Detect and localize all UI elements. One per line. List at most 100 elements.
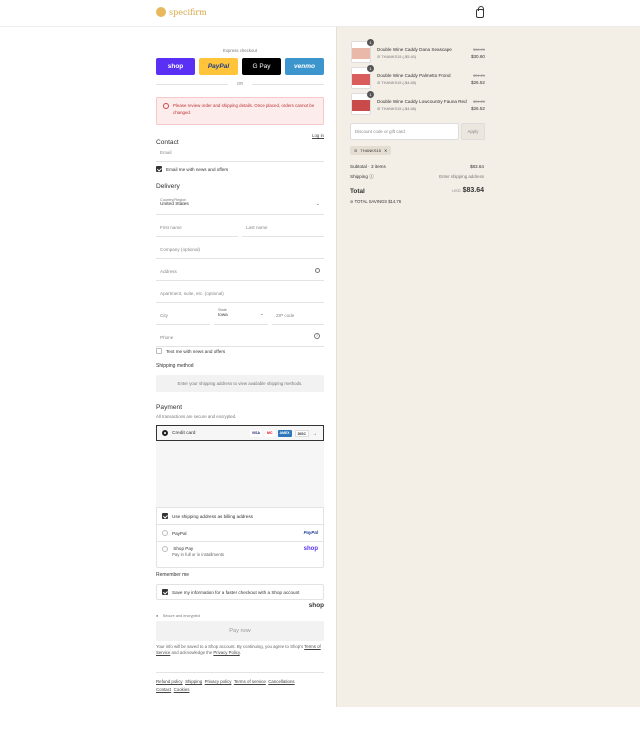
country-select[interactable]: Country/Region United States ⌄ <box>156 195 324 215</box>
savings-label: TOTAL SAVINGS <box>354 199 388 204</box>
apartment-field[interactable]: Apartment, suite, etc. (optional) <box>156 283 324 303</box>
footer-links: Refund policy Shipping Privacy policy Te… <box>156 678 324 694</box>
mastercard-icon: MC <box>265 430 275 437</box>
header: specifirm <box>0 0 640 27</box>
shop-pay-sub: Pay in full or in installments <box>172 552 225 557</box>
item-old-price: $31.20 <box>473 99 485 104</box>
city-field[interactable]: City <box>156 305 210 325</box>
discover-icon: DISC <box>294 430 309 437</box>
card-brands: VISA MC AMEX DISC → <box>249 430 317 437</box>
total-value: $83.64 <box>462 187 484 194</box>
radio-unselected[interactable] <box>162 530 168 536</box>
card-fields-area[interactable] <box>156 440 324 508</box>
contact-link[interactable]: Contact <box>156 687 171 692</box>
savings-value: $14.76 <box>388 199 402 204</box>
discount-tag: ⊘ THANKS15 ✕ <box>350 146 392 155</box>
logo-text: specifirm <box>169 7 207 17</box>
item-discount: ⊘ THANKS15 (-$4.68) <box>377 106 416 111</box>
zip-field[interactable]: ZIP code <box>272 305 324 325</box>
amex-icon: AMEX <box>277 430 292 437</box>
item-price: $26.52 <box>470 106 485 111</box>
chevron-down-icon: ⌄ <box>259 311 264 317</box>
address-field[interactable]: Address <box>156 261 324 281</box>
radio-selected[interactable] <box>162 430 168 436</box>
secure-text: Secure and encrypted <box>162 614 200 618</box>
google-pay-button[interactable]: G Pay <box>242 58 281 75</box>
checkbox-checked[interactable] <box>162 589 168 595</box>
paypal-logo: PayPal <box>303 530 318 535</box>
billing-option[interactable]: Use shipping address as billing address <box>157 508 323 525</box>
remove-code-icon[interactable]: ✕ <box>384 146 387 155</box>
checkbox-unchecked[interactable] <box>156 348 162 354</box>
item-discount-text: THANKS15 (-$4.68) <box>381 80 417 85</box>
shop-pay-button[interactable]: shop <box>156 58 195 75</box>
shipping-label: Shipping <box>350 174 368 179</box>
shop-pay-option[interactable]: Shop Pay Pay in full or in installments … <box>157 542 323 561</box>
total-label: Total <box>350 188 365 195</box>
discount-input[interactable]: Discount code or gift card <box>350 123 459 140</box>
paypal-button[interactable]: PayPal <box>199 58 238 75</box>
shop-pay-logo: shop <box>303 546 318 552</box>
help-icon[interactable]: ? <box>314 333 320 339</box>
shop-pay-label: Shop Pay <box>173 546 194 552</box>
save-info-option[interactable]: Save my information for a faster checkou… <box>156 584 324 600</box>
company-field[interactable]: Company (optional) <box>156 239 324 259</box>
sms-news-option[interactable]: Text me with news and offers <box>156 348 225 354</box>
last-name-field[interactable]: Last name <box>242 217 324 237</box>
currency: USD <box>452 188 461 193</box>
logo-mark-icon <box>156 7 166 17</box>
quantity-badge: 1 <box>367 65 374 72</box>
item-discount: ⊘ THANKS15 (-$4.68) <box>377 80 416 85</box>
express-checkout-title: Express checkout <box>223 48 257 53</box>
apply-button[interactable]: Apply <box>461 123 485 140</box>
quantity-badge: 1 <box>367 39 374 46</box>
state-value: Iowa <box>218 312 228 317</box>
visa-icon: VISA <box>249 430 263 437</box>
first-name-field[interactable]: First name <box>156 217 238 237</box>
shipping-link[interactable]: Shipping <box>185 679 202 684</box>
state-select[interactable]: State Iowa ⌄ <box>214 305 268 325</box>
bag-icon[interactable] <box>476 6 484 18</box>
or-divider: OR <box>156 81 324 86</box>
item-name: Double Wine Caddy Lowcountry Fauna Red <box>377 99 467 104</box>
email-field[interactable]: Email <box>156 142 324 162</box>
alert-icon <box>163 103 169 109</box>
item-price: $30.60 <box>470 54 485 59</box>
privacy-policy-link[interactable]: Privacy policy <box>205 679 232 684</box>
phone-placeholder: Phone <box>160 335 174 340</box>
chevron-down-icon: ⌄ <box>315 201 320 207</box>
login-link[interactable]: Log in <box>312 133 324 138</box>
radio-unselected[interactable] <box>162 546 168 552</box>
privacy-link[interactable]: Privacy Policy <box>213 650 239 655</box>
help-icon[interactable]: ⓘ <box>369 174 374 179</box>
refund-policy-link[interactable]: Refund policy <box>156 679 183 684</box>
checkbox-checked[interactable] <box>162 513 168 519</box>
savings-row: ⊘ TOTAL SAVINGS $14.76 <box>350 199 401 204</box>
store-logo[interactable]: specifirm <box>156 7 207 17</box>
venmo-button[interactable]: venmo <box>285 58 324 75</box>
total-row: USD $83.64 <box>452 187 484 194</box>
email-news-option[interactable]: Email me with news and offers <box>156 166 228 172</box>
country-value: United States <box>160 202 189 207</box>
phone-field[interactable]: Phone ? <box>156 327 324 347</box>
legal-mid: and acknowledge the <box>171 650 213 656</box>
terms-link[interactable]: Terms of service <box>234 679 266 684</box>
checkbox-checked[interactable] <box>156 166 162 172</box>
credit-card-label: Credit card <box>172 430 196 436</box>
item-name: Double Wine Caddy Dana Seascape <box>377 47 452 52</box>
line-item: 1 Double Wine Caddy Lowcountry Fauna Red… <box>337 91 640 118</box>
cancellations-link[interactable]: Cancellations <box>268 679 294 684</box>
paypal-option[interactable]: PayPal PayPal <box>157 525 323 542</box>
credit-card-option[interactable]: Credit card VISA MC AMEX DISC → <box>156 425 324 441</box>
footer-divider <box>156 672 324 673</box>
save-info-label: Save my information for a faster checkou… <box>172 589 300 595</box>
alert-text: Please review order and shipping details… <box>173 103 315 115</box>
cookies-link[interactable]: Cookies <box>174 687 190 692</box>
item-old-price: $31.20 <box>473 73 485 78</box>
paypal-label: PayPal <box>172 530 187 536</box>
pay-now-button[interactable]: Pay now <box>156 621 324 641</box>
shipping-placeholder: Enter your shipping address to view avai… <box>156 375 324 392</box>
more-cards-icon: → <box>312 430 317 437</box>
shop-logo: shop <box>308 602 324 609</box>
tag-icon: ⊘ <box>354 148 358 153</box>
